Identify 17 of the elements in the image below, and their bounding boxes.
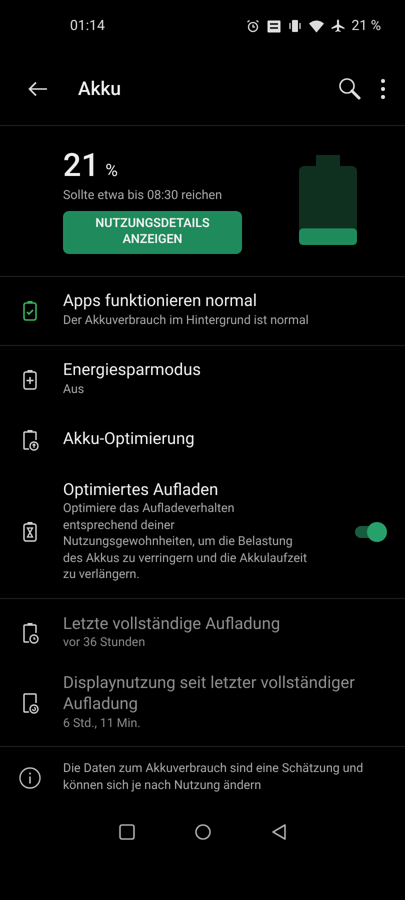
setting-summary: Aus — [63, 382, 86, 399]
battery-percent: 21 — [63, 146, 100, 184]
setting-title[interactable]: Akku-Optimierung — [63, 428, 387, 450]
usage-details-button[interactable]: NUTZUNGSDETAILS ANZEIGEN — [63, 211, 242, 254]
setting-title[interactable]: Energiesparmodus — [63, 360, 387, 382]
setting-summary: Der Akkuverbrauch im Hintergrund ist normal — [63, 312, 310, 330]
status-time: 01:14 — [70, 18, 106, 34]
footer-note: Die Daten zum Akkuverbrauch sind eine Schätzung und können sich je nach Nutzung ändern — [63, 761, 364, 795]
battery-percentage: 21 % — [352, 18, 381, 34]
page-title: Akku — [78, 77, 122, 100]
setting-title[interactable]: Apps funktionieren normal — [63, 291, 387, 313]
setting-title[interactable]: Optimiertes Aufladen — [63, 480, 309, 501]
percent-unit: % — [105, 161, 118, 181]
battery-estimate: Sollte etwa bis 08:30 reichen — [63, 188, 224, 203]
setting-summary: 6 Std., 11 Min. — [63, 716, 142, 732]
setting-summary: vor 36 Stunden — [63, 635, 146, 652]
setting-summary: Optimiere das Aufladeverhalten entsprechend deiner Nutzungsgewohnheiten, um die Belastung des Akkus zu verringern und die Akkulaufzeit zu verlängern. — [63, 500, 308, 584]
